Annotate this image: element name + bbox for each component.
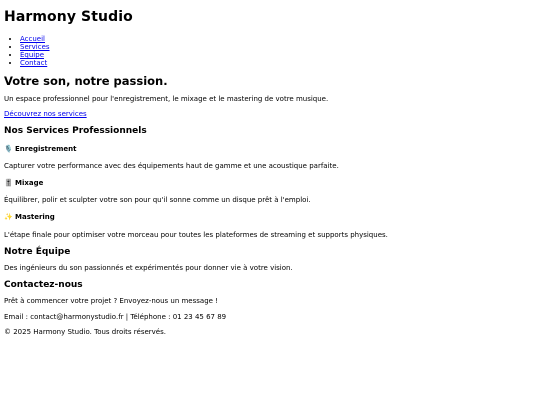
- nav-item-contact: Contact: [20, 59, 50, 67]
- hero-cta-paragraph: Découvrez nos services: [4, 110, 87, 119]
- nav-link-equipe[interactable]: Équipe: [20, 51, 44, 59]
- nav-item-accueil: Accueil: [20, 35, 50, 43]
- hero-title: Votre son, notre passion.: [4, 74, 168, 88]
- service-desc-recording: Capturer votre performance avec des équi…: [4, 162, 339, 170]
- service-title-mastering: ✨ Mastering: [4, 213, 55, 222]
- nav-item-equipe: Équipe: [20, 51, 50, 59]
- nav-item-services: Services: [20, 43, 50, 51]
- team-heading: Notre Équipe: [4, 247, 71, 257]
- services-heading: Nos Services Professionnels: [4, 126, 147, 136]
- mixer-slider-icon: 🎚️: [4, 179, 13, 187]
- service-title-mixing-label: Mixage: [15, 179, 44, 187]
- page: Harmony Studio Accueil Services Équipe C…: [4, 0, 534, 336]
- service-desc-mixing: Équilibrer, polir et sculpter votre son …: [4, 196, 311, 204]
- service-title-recording-label: Enregistrement: [15, 145, 77, 153]
- microphone-icon: 🎙️: [4, 145, 13, 153]
- nav-link-accueil[interactable]: Accueil: [20, 35, 45, 43]
- service-desc-mastering: L'étape finale pour optimiser votre morc…: [4, 231, 388, 239]
- footer-copyright: © 2025 Harmony Studio. Tous droits réser…: [4, 328, 166, 336]
- main-nav: Accueil Services Équipe Contact: [4, 35, 50, 67]
- contact-details: Email : contact@harmonystudio.fr | Télép…: [4, 313, 227, 321]
- site-title: Harmony Studio: [4, 9, 133, 25]
- nav-link-services[interactable]: Services: [20, 43, 50, 51]
- sparkles-icon: ✨: [4, 213, 13, 221]
- service-title-recording: 🎙️ Enregistrement: [4, 145, 76, 154]
- contact-intro: Prêt à commencer votre projet ? Envoyez-…: [4, 297, 218, 305]
- nav-link-contact[interactable]: Contact: [20, 59, 47, 67]
- team-description: Des ingénieurs du son passionnés et expé…: [4, 264, 293, 272]
- contact-heading: Contactez-nous: [4, 280, 83, 290]
- service-title-mixing: 🎚️ Mixage: [4, 179, 43, 188]
- discover-services-link[interactable]: Découvrez nos services: [4, 110, 87, 118]
- service-title-mastering-label: Mastering: [15, 213, 55, 221]
- hero-subtitle: Un espace professionnel pour l'enregistr…: [4, 95, 329, 103]
